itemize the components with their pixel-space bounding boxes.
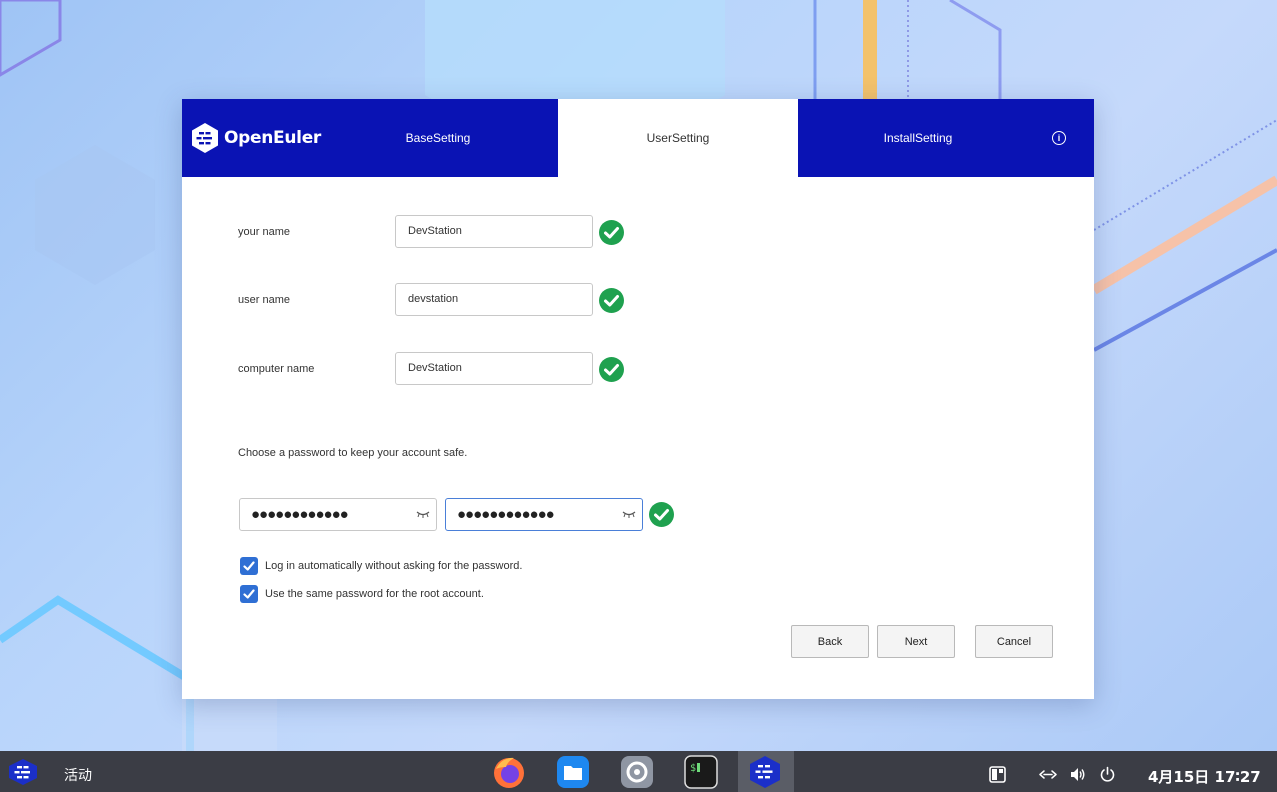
your-name-valid-check-icon (599, 220, 624, 245)
firefox-icon[interactable] (492, 755, 526, 789)
openeuler-menu-icon[interactable] (8, 759, 38, 785)
computer-name-valid-check-icon (599, 357, 624, 382)
openeuler-installer-icon[interactable] (748, 755, 782, 789)
user-name-input[interactable]: devstation (395, 283, 593, 316)
info-icon[interactable]: i (1052, 131, 1066, 145)
hide-confirm-password-eye-icon[interactable] (622, 509, 636, 519)
back-button[interactable]: Back (791, 625, 869, 658)
tab-installsetting[interactable]: InstallSetting (798, 99, 1038, 177)
settings-icon[interactable] (620, 755, 654, 789)
auto-login-option[interactable]: Log in automatically without asking for … (240, 557, 522, 575)
installer-header: OpenEuler BaseSetting UserSetting Instal… (182, 99, 1094, 177)
tab-usersetting[interactable]: UserSetting (558, 99, 798, 177)
volume-icon[interactable] (1069, 766, 1086, 783)
password-input[interactable]: ●●●●●●●●●●●● (239, 498, 437, 531)
window-layout-icon[interactable] (989, 766, 1006, 783)
same-root-password-checkbox[interactable] (240, 585, 258, 603)
password-match-check-icon (649, 502, 674, 527)
power-icon[interactable] (1099, 766, 1116, 783)
same-root-password-option[interactable]: Use the same password for the root accou… (240, 585, 484, 603)
hide-password-eye-icon[interactable] (416, 509, 430, 519)
user-name-label: user name (238, 294, 290, 306)
openeuler-logo-icon (192, 123, 218, 153)
installer-window: OpenEuler BaseSetting UserSetting Instal… (182, 99, 1094, 699)
your-name-input[interactable]: DevStation (395, 215, 593, 248)
auto-login-label: Log in automatically without asking for … (265, 560, 523, 572)
your-name-label: your name (238, 226, 290, 238)
tab-basesetting[interactable]: BaseSetting (318, 99, 558, 177)
confirm-password-input[interactable]: ●●●●●●●●●●●● (445, 498, 643, 531)
openeuler-logo: OpenEuler (192, 123, 321, 153)
password-mask: ●●●●●●●●●●●● (251, 506, 349, 523)
computer-name-label: computer name (238, 363, 315, 375)
confirm-password-mask: ●●●●●●●●●●●● (457, 506, 555, 523)
password-hint: Choose a password to keep your account s… (238, 447, 468, 459)
auto-login-checkbox[interactable] (240, 557, 258, 575)
next-button[interactable]: Next (877, 625, 955, 658)
same-root-password-label: Use the same password for the root accou… (265, 588, 484, 600)
network-icon[interactable] (1039, 766, 1057, 783)
terminal-icon[interactable]: $ (684, 755, 718, 789)
svg-text:$: $ (690, 763, 696, 774)
activities-button[interactable]: 活动 (64, 765, 92, 785)
computer-name-input[interactable]: DevStation (395, 352, 593, 385)
clock[interactable]: 4月15日 17∶27 (1148, 766, 1261, 787)
logo-text: OpenEuler (224, 128, 322, 148)
cancel-button[interactable]: Cancel (975, 625, 1053, 658)
user-name-valid-check-icon (599, 288, 624, 313)
files-icon[interactable] (556, 755, 590, 789)
